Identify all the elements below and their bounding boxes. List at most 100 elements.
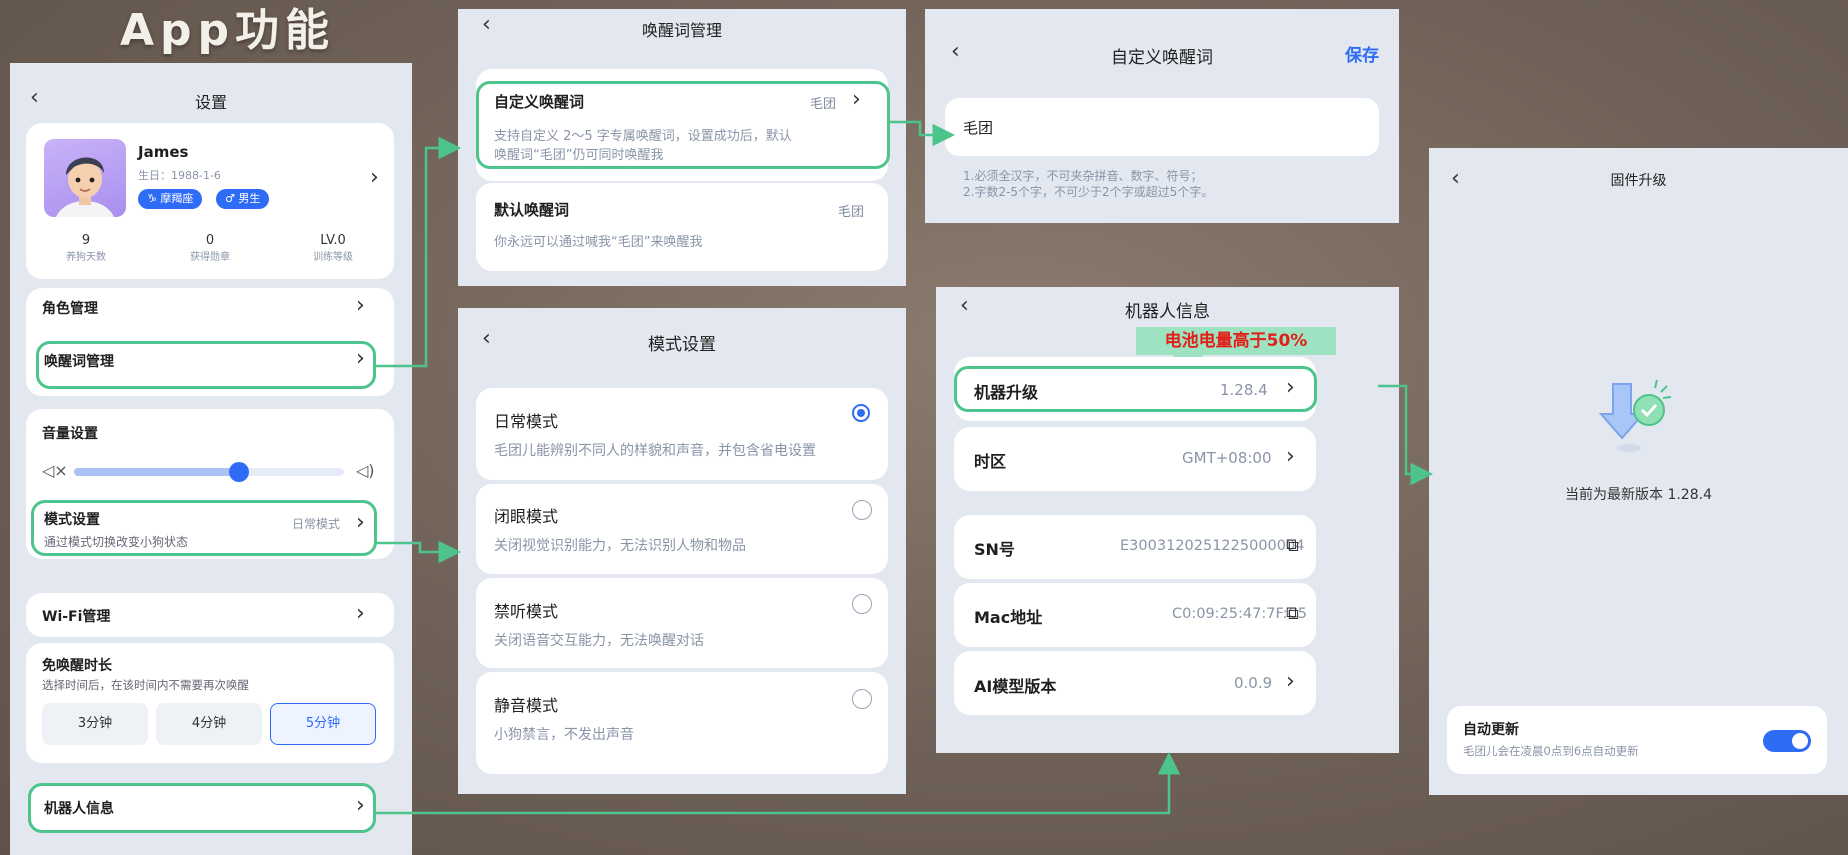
nowake-title: 免唤醒时长	[42, 658, 112, 674]
copy-icon[interactable]: ⧉	[1286, 535, 1299, 556]
custom-wake-value: 毛团	[810, 97, 837, 112]
mode-name: 闭眼模式	[494, 507, 559, 526]
volume-label: 音量设置	[42, 426, 98, 442]
zodiac-badge: ♑ 摩羯座	[138, 189, 203, 209]
wake-word-input-value: 毛团	[963, 119, 994, 137]
chevron-right-icon[interactable]: ›	[1286, 671, 1295, 693]
wifi-management-label[interactable]: Wi-Fi管理	[42, 606, 110, 626]
mode-title: 模式设置	[648, 335, 716, 355]
settings-panel: ‹ 设置 James 生日：1988-1-6 ♑ 摩羯座 ♂ 男生 › 9 养狗…	[10, 63, 412, 855]
robot-info-label[interactable]: 机器人信息	[44, 798, 114, 818]
profile-birthday: 生日：1988-1-6	[138, 169, 221, 182]
wake-word-panel: ‹ 唤醒词管理 自定义唤醒词 毛团 › 支持自定义 2～5 字专属唤醒词，设置成…	[458, 9, 906, 286]
duration-option-5[interactable]: 5分钟	[270, 703, 376, 745]
radio-unselected[interactable]	[852, 594, 872, 614]
chevron-right-icon[interactable]: ›	[356, 512, 365, 534]
firmware-status: 当前为最新版本 1.28.4	[1565, 487, 1712, 503]
mode-settings-desc: 通过模式切换改变小狗状态	[44, 535, 189, 549]
timezone-label: 时区	[974, 452, 1007, 471]
duration-option-4[interactable]: 4分钟	[156, 703, 262, 745]
custom-wake-panel: ‹ 自定义唤醒词 保存 毛团 1.必须全汉字，不可夹杂拼音、数字、符号； 2.字…	[925, 9, 1399, 223]
auto-update-toggle[interactable]	[1763, 730, 1811, 752]
chevron-right-icon[interactable]: ›	[356, 795, 365, 817]
chevron-right-icon[interactable]: ›	[852, 89, 861, 111]
radio-selected[interactable]	[852, 404, 870, 422]
chevron-right-icon[interactable]: ›	[356, 348, 365, 370]
stat-label: 训练等级	[313, 252, 353, 263]
gender-label: 男生	[238, 192, 261, 205]
volume-mute-icon[interactable]: ◁×	[42, 461, 68, 480]
custom-wake-desc-line2: 唤醒词“毛团”仍可同时唤醒我	[494, 148, 664, 163]
mode-desc: 毛团儿能辨别不同人的样貌和声音，并包含省电设置	[494, 443, 816, 459]
robot-info-title: 机器人信息	[1125, 302, 1210, 322]
default-wake-title: 默认唤醒词	[494, 201, 570, 219]
stat-days: 9 养狗天数	[56, 233, 116, 263]
timezone-value: GMT+08:00	[1182, 449, 1272, 467]
rule-2: 2.字数2-5个字，不可少于2个字或超过5个字。	[963, 185, 1214, 199]
mode-option-eyes-closed[interactable]	[476, 484, 888, 574]
ai-version-label: AI模型版本	[974, 677, 1057, 696]
chevron-right-icon[interactable]: ›	[1286, 446, 1295, 468]
zodiac-label: 摩羯座	[160, 192, 194, 205]
mode-option-daily[interactable]	[476, 388, 888, 480]
custom-wake-desc-line1: 支持自定义 2～5 字专属唤醒词，设置成功后，默认	[494, 129, 792, 144]
role-management-label[interactable]: 角色管理	[42, 298, 98, 318]
profile-card[interactable]: James 生日：1988-1-6 ♑ 摩羯座 ♂ 男生 › 9 养狗天数 0 …	[26, 123, 394, 279]
ai-version-value: 0.0.9	[1234, 674, 1273, 692]
mode-desc: 关闭语音交互能力，无法唤醒对话	[494, 633, 704, 649]
settings-title: 设置	[194, 93, 227, 112]
chevron-right-icon[interactable]: ›	[1286, 377, 1295, 399]
stat-value: 0	[205, 233, 215, 248]
gender-badge: ♂ 男生	[216, 189, 270, 209]
stat-medals: 0 获得勋章	[180, 233, 240, 263]
battery-callout: 电池电量高于50%	[1136, 327, 1336, 355]
avatar	[44, 139, 126, 217]
save-button[interactable]: 保存	[1345, 41, 1379, 66]
default-wake-card	[476, 183, 888, 271]
upgrade-version: 1.28.4	[1220, 381, 1268, 399]
auto-update-desc: 毛团儿会在凌晨0点到6点自动更新	[1463, 744, 1639, 758]
chevron-right-icon[interactable]: ›	[356, 295, 365, 317]
capricorn-icon: ♑	[147, 192, 157, 205]
auto-update-title: 自动更新	[1463, 722, 1519, 738]
upgrade-label: 机器升级	[974, 383, 1039, 402]
mode-settings-value: 日常模式	[292, 517, 341, 531]
mode-name: 日常模式	[494, 412, 559, 431]
radio-unselected[interactable]	[852, 500, 872, 520]
rule-1: 1.必须全汉字，不可夹杂拼音、数字、符号；	[963, 169, 1203, 183]
firmware-up-to-date-icon	[1591, 366, 1677, 456]
mode-desc: 关闭视觉识别能力，无法识别人物和物品	[494, 538, 746, 554]
mode-option-no-hearing[interactable]	[476, 578, 888, 668]
robot-info-panel: ‹ 机器人信息 电池电量高于50% 机器升级 1.28.4 › 时区 GMT+0…	[936, 287, 1399, 753]
sn-value: E3003120251225000004	[1120, 538, 1305, 554]
volume-up-icon[interactable]: ◁)	[356, 461, 375, 480]
profile-name: James	[138, 143, 189, 161]
stat-level: LV.0 训练等级	[298, 233, 368, 263]
volume-slider-fill	[74, 468, 239, 476]
volume-slider-track[interactable]	[74, 462, 344, 482]
mode-name: 禁听模式	[494, 602, 559, 621]
duration-option-3[interactable]: 3分钟	[42, 703, 148, 745]
firmware-title: 固件升级	[1610, 173, 1667, 189]
wake-word-management-label[interactable]: 唤醒词管理	[44, 351, 114, 371]
firmware-panel: ‹ 固件升级 当前为最新版本 1.28.4 自动更新 毛团儿会在凌晨0点到6点自…	[1429, 148, 1848, 795]
chevron-right-icon[interactable]: ›	[370, 167, 379, 189]
mode-settings-label: 模式设置	[44, 512, 100, 528]
mode-desc: 小狗禁言，不发出声音	[494, 727, 634, 743]
stat-value: LV.0	[320, 233, 346, 248]
radio-unselected[interactable]	[852, 689, 872, 709]
male-icon: ♂	[225, 192, 235, 205]
stat-label: 获得勋章	[190, 252, 230, 263]
sn-label: SN号	[974, 540, 1015, 559]
mode-option-silent[interactable]	[476, 672, 888, 774]
stat-value: 9	[81, 233, 91, 248]
copy-icon[interactable]: ⧉	[1286, 603, 1299, 624]
custom-wake-title: 自定义唤醒词	[1111, 48, 1213, 68]
wake-word-input[interactable]	[945, 98, 1379, 156]
mode-panel: ‹ 模式设置 日常模式 毛团儿能辨别不同人的样貌和声音，并包含省电设置 闭眼模式…	[458, 308, 906, 794]
wake-word-title: 唤醒词管理	[641, 21, 722, 40]
stat-label: 养狗天数	[66, 252, 106, 263]
volume-slider-knob[interactable]	[228, 462, 249, 482]
chevron-right-icon[interactable]: ›	[356, 603, 365, 625]
mac-label: Mac地址	[974, 608, 1043, 627]
